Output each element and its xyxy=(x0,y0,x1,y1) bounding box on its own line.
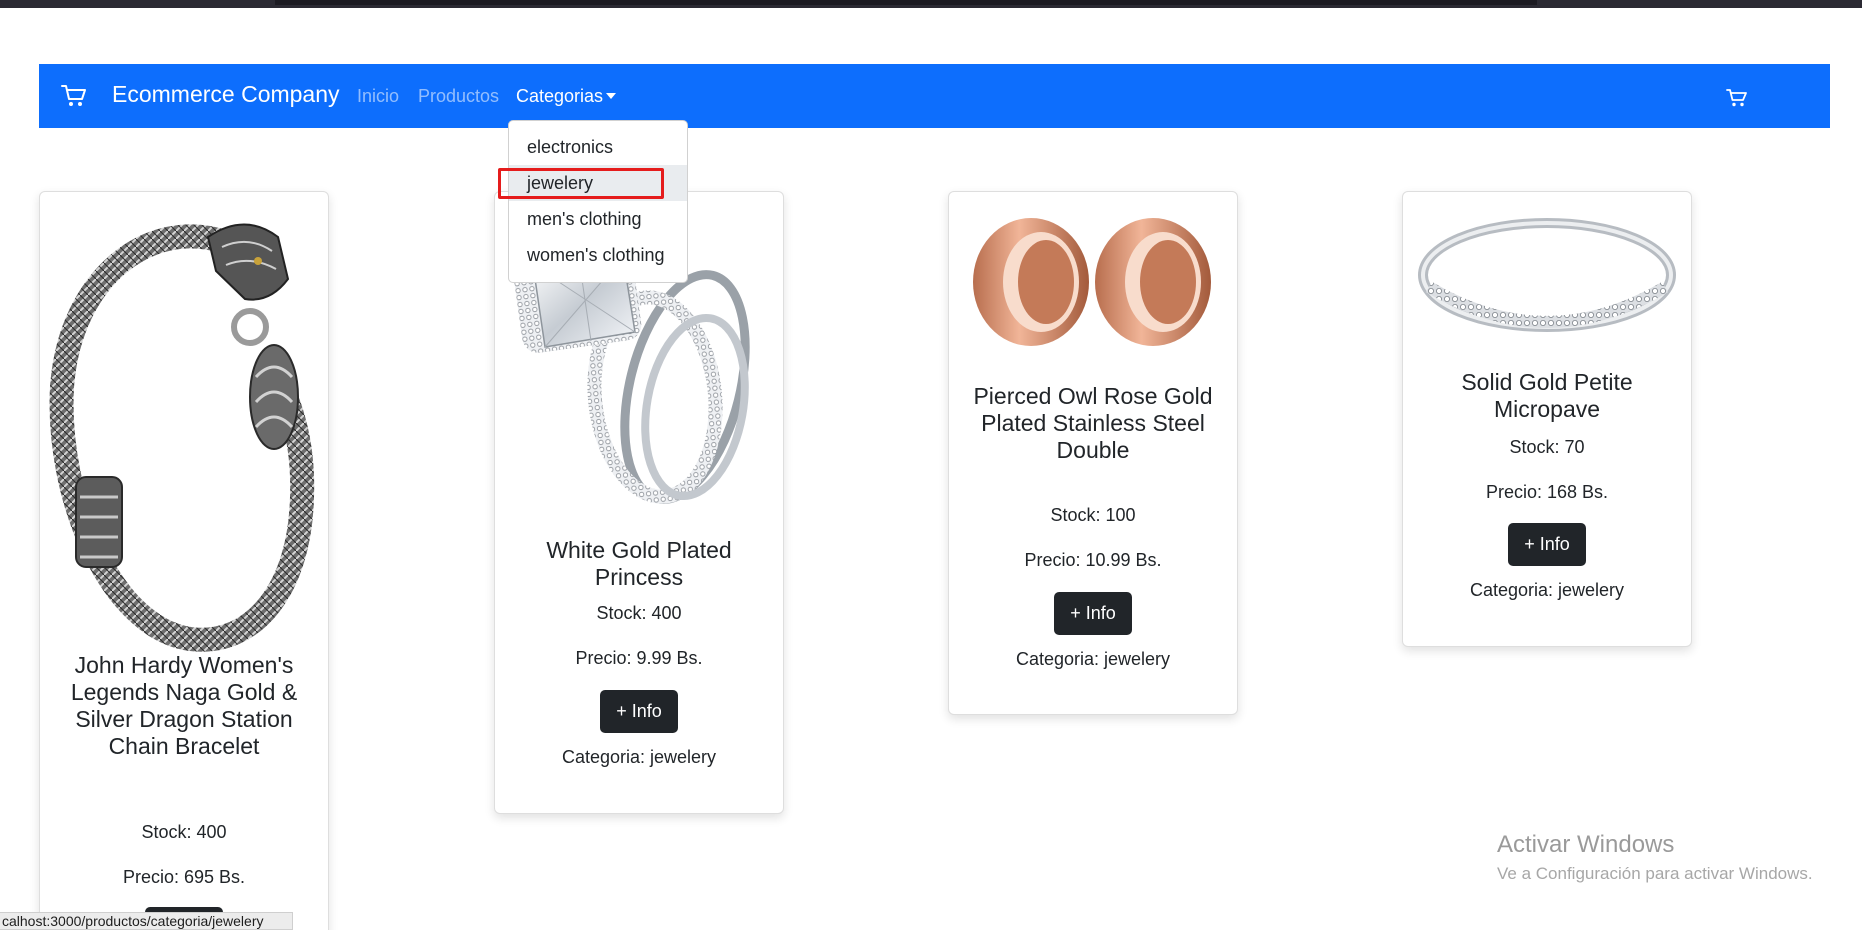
product-price: Precio: 168 Bs. xyxy=(1485,482,1609,502)
product-card: John Hardy Women's Legends Naga Gold & S… xyxy=(39,191,329,930)
browser-top-strip xyxy=(0,0,1862,8)
nav-categorias-label: Categorias xyxy=(516,86,604,106)
caret-down-icon xyxy=(606,93,617,99)
product-card: White Gold Plated Princess Stock: 400 Pr… xyxy=(494,191,784,814)
status-url-bar: calhost:3000/productos/categoria/jeweler… xyxy=(0,912,293,930)
navbar: Ecommerce Company Inicio Productos Categ… xyxy=(39,64,1830,128)
product-stock: Stock: 100 xyxy=(1050,505,1136,525)
product-image-bracelet xyxy=(49,223,315,652)
product-price: Precio: 10.99 Bs. xyxy=(1024,550,1162,570)
cart-icon[interactable] xyxy=(1726,88,1748,108)
info-button[interactable]: + Info xyxy=(1054,592,1132,635)
product-category: Categoria: jewelery xyxy=(1469,580,1625,600)
info-button[interactable]: + Info xyxy=(1508,523,1586,566)
product-card: Solid Gold Petite Micropave Stock: 70 Pr… xyxy=(1402,191,1692,647)
product-price: Precio: 695 Bs. xyxy=(122,867,246,887)
product-stock: Stock: 400 xyxy=(596,603,682,623)
nav-link-productos[interactable]: Productos xyxy=(418,86,499,107)
product-price: Precio: 9.99 Bs. xyxy=(575,648,703,668)
nav-dropdown-categorias[interactable]: Categorias xyxy=(516,86,617,107)
dropdown-item-womens-clothing[interactable]: women's clothing xyxy=(509,237,687,273)
dropdown-item-electronics[interactable]: electronics xyxy=(509,129,687,165)
product-card: Pierced Owl Rose Gold Plated Stainless S… xyxy=(948,191,1238,715)
product-category: Categoria: jewelery xyxy=(561,747,717,767)
product-title: Pierced Owl Rose Gold Plated Stainless S… xyxy=(973,383,1213,463)
product-title: Solid Gold Petite Micropave xyxy=(1461,369,1633,422)
browser-tab-strip xyxy=(275,0,1537,5)
product-category: Categoria: jewelery xyxy=(1015,649,1171,669)
categories-dropdown-menu: electronics jewelery men's clothing wome… xyxy=(508,120,688,283)
info-button[interactable]: + Info xyxy=(600,690,678,733)
product-image-band xyxy=(1418,218,1676,332)
dropdown-item-jewelery[interactable]: jewelery xyxy=(509,165,687,201)
product-title: White Gold Plated Princess xyxy=(546,537,732,590)
brand-name[interactable]: Ecommerce Company xyxy=(112,81,340,108)
product-stock: Stock: 70 xyxy=(1509,437,1585,457)
product-stock: Stock: 400 xyxy=(141,822,227,842)
cart-icon[interactable] xyxy=(61,84,87,108)
product-image-tunnels xyxy=(973,218,1211,346)
dropdown-item-mens-clothing[interactable]: men's clothing xyxy=(509,201,687,237)
windows-activation-subtitle: Ve a Configuración para activar Windows. xyxy=(1497,864,1813,883)
windows-activation-title: Activar Windows xyxy=(1497,831,1675,858)
product-title: John Hardy Women's Legends Naga Gold & S… xyxy=(70,652,298,759)
nav-link-inicio[interactable]: Inicio xyxy=(357,86,399,107)
